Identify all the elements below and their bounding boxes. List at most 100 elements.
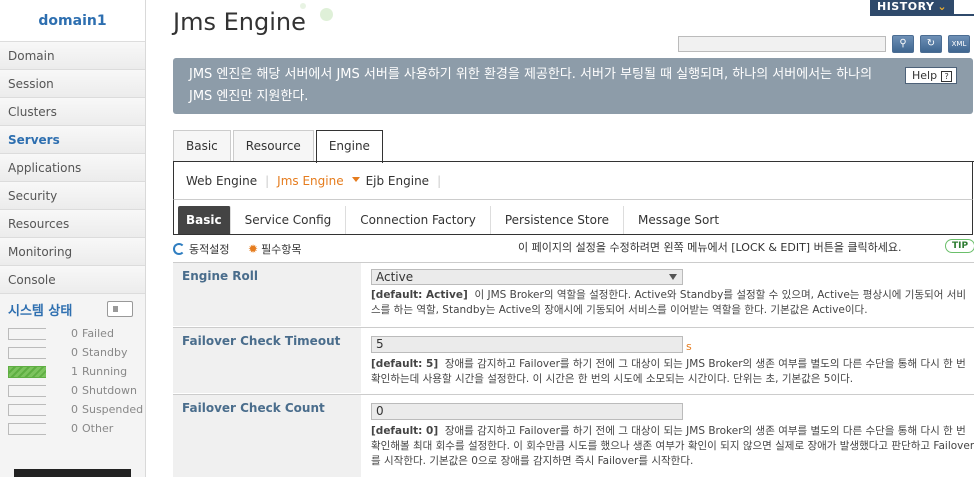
description-text: 장애를 감지하고 Failover를 하기 전에 그 대상이 되는 JMS Br…: [371, 425, 974, 467]
sidebar-item-domain[interactable]: Domain: [0, 42, 145, 70]
subtab-persistence-store[interactable]: Persistence Store: [491, 206, 625, 234]
decoration-dot: [320, 8, 333, 21]
domain-name[interactable]: domain1: [38, 13, 106, 29]
search-icon[interactable]: ⚲: [892, 35, 914, 53]
field-label: Failover Check Count: [173, 395, 361, 477]
sidebar-header: domain1: [0, 0, 145, 42]
engine-subnav: Web Engine | Jms Engine Ejb Engine |: [173, 162, 973, 200]
description-banner: JMS 엔진은 해당 서버에서 JMS 서버를 사용하기 위한 환경을 제공한다…: [173, 58, 973, 114]
caret-down-icon: [351, 177, 360, 182]
subtab-basic[interactable]: Basic: [178, 206, 231, 234]
asterisk-icon: ✹: [248, 242, 259, 256]
page-title: Jms Engine: [173, 8, 306, 36]
sidebar-item-applications[interactable]: Applications: [0, 154, 145, 182]
status-count: 0: [71, 346, 78, 359]
sidebar-item-console[interactable]: Console: [0, 266, 145, 294]
sidebar-item-security[interactable]: Security: [0, 182, 145, 210]
status-row-other: 0 Other: [0, 419, 145, 438]
history-label: HISTORY: [877, 0, 935, 13]
subtab-message-sort[interactable]: Message Sort: [624, 206, 733, 234]
status-label: Other: [82, 422, 114, 435]
required-label: 필수항목: [261, 243, 302, 256]
xml-icon[interactable]: XML: [948, 35, 970, 53]
status-count: 1: [71, 365, 78, 378]
tab-resource[interactable]: Resource: [232, 130, 314, 162]
dynamic-config-label: 동적설정: [189, 243, 230, 256]
status-bar: [8, 327, 46, 340]
sidebar-item-session[interactable]: Session: [0, 70, 145, 98]
field-description: [default: 5] 장애를 감지하고 Failover를 하기 전에 그 …: [371, 357, 974, 387]
sidebar-item-resources[interactable]: Resources: [0, 210, 145, 238]
field-row-failover-check-count: Failover Check Count 0 [default: 0] 장애를 …: [173, 394, 974, 477]
legend-row: 동적설정 ✹ 필수항목 이 페이지의 설정을 수정하려면 왼쪽 메뉴에서 [LO…: [173, 238, 974, 258]
banner-text: JMS 엔진은 해당 서버에서 JMS 서버를 사용하기 위한 환경을 제공한다…: [189, 67, 873, 104]
field-value: 5s [default: 5] 장애를 감지하고 Failover를 하기 전에…: [361, 328, 974, 393]
field-row-engine-roll: Engine Roll Active [default: Active] 이 J…: [173, 262, 974, 326]
status-row-shutdown: 0 Shutdown: [0, 381, 145, 400]
system-status-header: 시스템 상태: [0, 294, 145, 324]
input-wrap: 0: [371, 403, 974, 423]
description-text: 장애를 감지하고 Failover를 하기 전에 그 대상이 되는 JMS Br…: [371, 358, 966, 385]
refresh-icon[interactable]: ↻: [920, 35, 942, 53]
field-description: [default: 0] 장애를 감지하고 Failover를 하기 전에 그 …: [371, 424, 974, 469]
status-bar: [8, 403, 46, 416]
status-label: Failed: [82, 327, 114, 340]
status-row-failed: 0 Failed: [0, 324, 145, 343]
engine-roll-select[interactable]: Active: [371, 269, 683, 285]
field-description: [default: Active] 이 JMS Broker의 역할을 설정한다…: [371, 288, 974, 318]
sidebar: domain1 Domain Session Clusters Servers …: [0, 0, 146, 477]
status-label: Standby: [82, 346, 128, 359]
subnav-jms-engine[interactable]: Jms Engine: [277, 174, 343, 188]
status-row-suspended: 0 Suspended: [0, 400, 145, 419]
default-tag: [default: 5]: [371, 358, 439, 370]
failover-timeout-input[interactable]: 5: [371, 336, 683, 353]
history-button[interactable]: HISTORY ⌄: [870, 0, 954, 14]
subnav-separator: |: [265, 173, 270, 188]
required-legend: ✹ 필수항목: [248, 241, 302, 257]
tip-badge[interactable]: TIP: [945, 239, 974, 253]
help-button[interactable]: Help?: [905, 67, 957, 84]
field-value: 0 [default: 0] 장애를 감지하고 Failover를 하기 전에 …: [361, 395, 974, 477]
field-label: Engine Roll: [173, 263, 361, 326]
sidebar-item-clusters[interactable]: Clusters: [0, 98, 145, 126]
status-bar: [8, 384, 46, 397]
unit-label: s: [686, 339, 692, 353]
subnav-web-engine[interactable]: Web Engine: [186, 174, 257, 188]
monitor-icon[interactable]: [107, 301, 133, 317]
status-label: Suspended: [82, 403, 144, 416]
status-label: Shutdown: [82, 384, 137, 397]
edit-notice: 이 페이지의 설정을 수정하려면 왼쪽 메뉴에서 [LOCK & EDIT] 버…: [518, 241, 902, 254]
status-row-running: 1 Running: [0, 362, 145, 381]
tab-basic[interactable]: Basic: [173, 130, 231, 162]
config-subtabs: Basic Service Config Connection Factory …: [173, 200, 973, 235]
sidebar-item-monitoring[interactable]: Monitoring: [0, 238, 145, 266]
system-status-title: 시스템 상태: [8, 303, 73, 319]
status-bar-running: [8, 365, 46, 378]
subtab-service-config[interactable]: Service Config: [231, 206, 347, 234]
default-tag: [default: Active]: [371, 289, 468, 301]
field-label: Failover Check Timeout: [173, 328, 361, 393]
status-count: 0: [71, 403, 78, 416]
subtab-connection-factory[interactable]: Connection Factory: [346, 206, 491, 234]
field-row-failover-check-timeout: Failover Check Timeout 5s [default: 5] 장…: [173, 327, 974, 393]
tab-engine[interactable]: Engine: [315, 130, 383, 163]
field-value: Active [default: Active] 이 JMS Broker의 역…: [361, 263, 974, 326]
main-tabs: Basic Resource Engine: [173, 130, 385, 163]
help-icon: ?: [941, 71, 953, 82]
sidebar-item-servers[interactable]: Servers: [0, 126, 145, 154]
select-value: Active: [376, 270, 414, 284]
chevron-down-icon: ⌄: [937, 0, 948, 13]
refresh-legend-icon: [173, 243, 185, 255]
subnav-ejb-engine[interactable]: Ejb Engine: [366, 174, 429, 188]
help-label: Help: [912, 69, 938, 82]
failover-count-input[interactable]: 0: [371, 403, 683, 420]
default-tag: [default: 0]: [371, 425, 439, 437]
search-input[interactable]: [678, 36, 886, 52]
status-bar: [8, 422, 46, 435]
history-underline: [870, 14, 974, 16]
chevron-down-icon: [669, 274, 677, 280]
status-row-standby: 0 Standby: [0, 343, 145, 362]
input-wrap: 5s: [371, 336, 974, 356]
status-label: Running: [82, 365, 128, 378]
sidebar-bottom-bar: [14, 469, 131, 477]
